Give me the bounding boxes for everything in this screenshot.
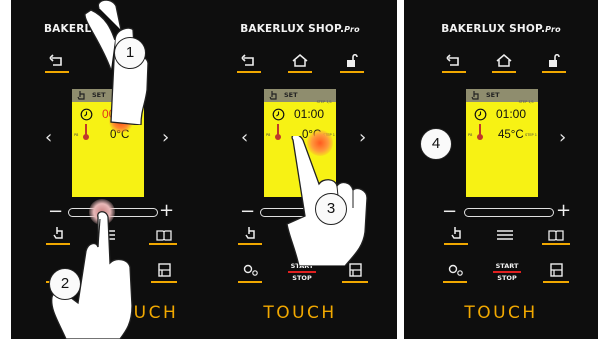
- brand-logo: BAKERLUX SHOP.Pro: [441, 23, 561, 35]
- start-stop-button[interactable]: START STOP: [492, 262, 522, 282]
- manual-mode-icon: [269, 91, 277, 100]
- program-label: P8: [468, 133, 473, 137]
- book-underline: [149, 243, 177, 245]
- chevron-left-icon[interactable]: ‹: [45, 129, 52, 147]
- settings-underline: [443, 281, 467, 283]
- back-icon[interactable]: [49, 54, 65, 68]
- stop-label: STOP: [497, 274, 517, 282]
- brand-logo: BAKERLUX SHOP.Pro: [240, 23, 360, 35]
- home-underline: [288, 71, 312, 73]
- back-underline: [237, 71, 261, 73]
- manual-underline: [444, 243, 468, 245]
- step-marker-2: 2: [49, 268, 81, 300]
- home-underline: [492, 71, 516, 73]
- panel-step-3: BAKERLUX SHOP.Pro SET STEP 1/1 01:00 45°…: [404, 0, 598, 339]
- lock-underline: [340, 71, 364, 73]
- settings-underline: [238, 281, 262, 283]
- list-icon[interactable]: [497, 230, 513, 240]
- minus-icon[interactable]: −: [442, 203, 457, 221]
- step-side-label: STEP 1: [524, 133, 537, 137]
- step-indicator: STEP 1/1: [316, 100, 332, 104]
- thermometer-icon: [477, 124, 483, 140]
- value-slider[interactable]: [464, 208, 554, 217]
- screen-title: SET: [284, 91, 298, 99]
- minus-icon[interactable]: −: [240, 203, 255, 221]
- display-screen: SET STEP 1/1 01:00 45°C P8 STEP 1: [466, 89, 538, 197]
- back-underline: [442, 71, 466, 73]
- program-label: P8: [74, 133, 79, 137]
- clock-icon: [272, 108, 285, 121]
- screen-title: SET: [486, 91, 500, 99]
- step-marker-1: 1: [114, 37, 146, 69]
- plus-icon[interactable]: +: [556, 202, 571, 220]
- settings-icon[interactable]: [448, 263, 464, 277]
- step-marker-3: 3: [315, 193, 347, 225]
- lock-icon[interactable]: [548, 54, 560, 67]
- touch-logo: TOUCH: [263, 303, 337, 323]
- manual-mode-icon[interactable]: [450, 226, 462, 240]
- save-icon[interactable]: [158, 263, 171, 277]
- touch-logo: TOUCH: [464, 303, 538, 323]
- recipe-book-icon[interactable]: [156, 229, 172, 241]
- start-indicator-line: [288, 271, 316, 273]
- back-underline: [45, 71, 69, 73]
- manual-mode-icon: [471, 91, 479, 100]
- lock-icon[interactable]: [346, 54, 358, 67]
- recipe-book-icon[interactable]: [548, 229, 564, 241]
- panel-step-2: BAKERLUX SHOP.Pro SET STEP 1/1 01:00 0°C…: [203, 0, 397, 339]
- home-icon[interactable]: [292, 54, 308, 67]
- back-icon[interactable]: [241, 54, 257, 68]
- manual-underline: [238, 243, 262, 245]
- back-icon[interactable]: [446, 54, 462, 68]
- save-underline: [342, 281, 368, 283]
- book-underline: [542, 243, 570, 245]
- settings-icon[interactable]: [243, 263, 259, 277]
- thermometer-icon: [83, 124, 89, 140]
- timer-value[interactable]: 01:00: [496, 107, 526, 121]
- program-label: P8: [266, 133, 271, 137]
- start-label: START: [495, 262, 519, 270]
- chevron-left-icon[interactable]: ‹: [241, 129, 248, 147]
- clock-icon: [474, 108, 487, 121]
- step-indicator: STEP 1/1: [518, 100, 534, 104]
- save-underline: [151, 281, 177, 283]
- panel-step-1: BAKERLUX SET 00:00 0°C P8 ‹ › − + OUCH 1: [11, 0, 205, 339]
- step-marker-4: 4: [420, 128, 452, 160]
- temperature-value[interactable]: 45°C: [498, 129, 524, 141]
- home-icon[interactable]: [496, 54, 512, 67]
- start-indicator-line: [493, 271, 521, 273]
- save-icon[interactable]: [550, 263, 563, 277]
- chevron-right-icon[interactable]: ›: [559, 129, 566, 147]
- lock-underline: [542, 71, 566, 73]
- chevron-right-icon[interactable]: ›: [162, 129, 169, 147]
- stop-label: STOP: [292, 274, 312, 282]
- timer-value[interactable]: 01:00: [294, 107, 324, 121]
- plus-icon[interactable]: +: [159, 202, 174, 220]
- save-underline: [543, 281, 569, 283]
- manual-mode-icon[interactable]: [244, 226, 256, 240]
